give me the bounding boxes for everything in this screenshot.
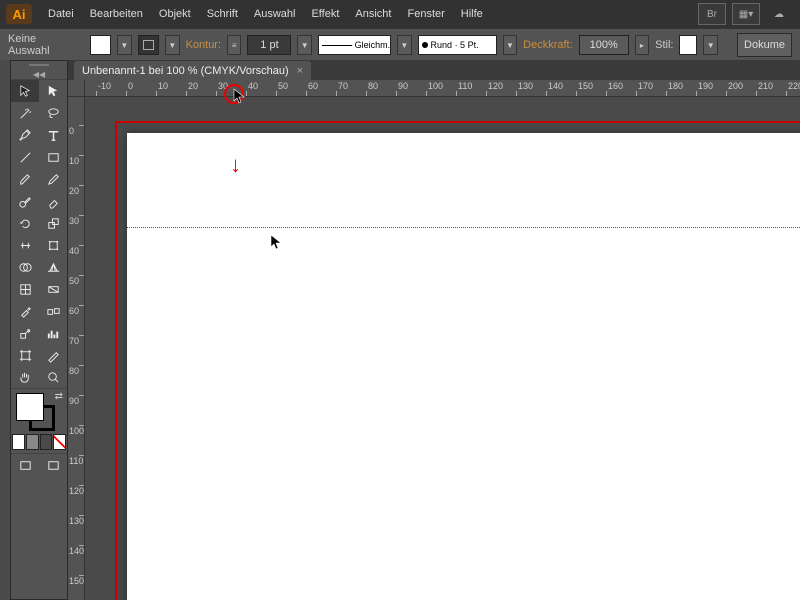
bridge-button[interactable]: Br bbox=[698, 3, 726, 25]
sync-icon[interactable]: ☁ bbox=[766, 4, 792, 24]
slice-tool[interactable] bbox=[39, 344, 67, 366]
document-tab[interactable]: Unbenannt-1 bei 100 % (CMYK/Vorschau) × bbox=[74, 61, 311, 80]
menu-hilfe[interactable]: Hilfe bbox=[453, 4, 491, 24]
opacity-dropdown[interactable]: ▸ bbox=[635, 35, 649, 55]
color-mode-swatch[interactable] bbox=[40, 434, 53, 450]
fill-stroke-control[interactable]: ⇄ bbox=[11, 389, 67, 433]
document-tab-title: Unbenannt-1 bei 100 % (CMYK/Vorschau) bbox=[82, 65, 289, 77]
fill-color[interactable] bbox=[16, 393, 44, 421]
color-mode-swatch[interactable] bbox=[26, 434, 39, 450]
stroke-weight-link[interactable]: ≡ bbox=[227, 35, 241, 55]
menu-objekt[interactable]: Objekt bbox=[151, 4, 199, 24]
screen-mode-normal[interactable] bbox=[11, 454, 39, 476]
column-graph-tool[interactable] bbox=[39, 322, 67, 344]
paintbrush-tool[interactable] bbox=[11, 168, 39, 190]
rotate-tool[interactable] bbox=[11, 212, 39, 234]
hand-tool[interactable] bbox=[11, 366, 39, 388]
annotation-arrow-icon: ↓ bbox=[230, 152, 241, 178]
brush-dropdown[interactable]: ▼ bbox=[503, 35, 517, 55]
menu-effekt[interactable]: Effekt bbox=[303, 4, 347, 24]
opacity-label: Deckkraft: bbox=[523, 39, 573, 51]
ruler-cursor-icon bbox=[233, 88, 247, 107]
brush-select[interactable]: Rund · 5 Pt. bbox=[418, 35, 497, 55]
menu-auswahl[interactable]: Auswahl bbox=[246, 4, 304, 24]
stroke-profile-select[interactable]: Gleichm. bbox=[318, 35, 391, 55]
menu-datei[interactable]: Datei bbox=[40, 4, 82, 24]
mesh-tool[interactable] bbox=[11, 278, 39, 300]
brush-label: Rund · 5 Pt. bbox=[431, 40, 479, 50]
pen-tool[interactable] bbox=[11, 124, 39, 146]
artboard[interactable] bbox=[127, 133, 800, 600]
fill-swatch[interactable] bbox=[90, 35, 112, 55]
eraser-tool[interactable] bbox=[39, 190, 67, 212]
stroke-profile-dropdown[interactable]: ▼ bbox=[397, 35, 411, 55]
rectangle-tool[interactable] bbox=[39, 146, 67, 168]
shape-builder-tool[interactable] bbox=[11, 256, 39, 278]
blend-tool[interactable] bbox=[39, 300, 67, 322]
blob-brush-tool[interactable] bbox=[11, 190, 39, 212]
stroke-weight-dropdown[interactable]: ▼ bbox=[297, 35, 311, 55]
color-mode-swatch[interactable] bbox=[12, 434, 25, 450]
menubar: Ai DateiBearbeitenObjektSchriftAuswahlEf… bbox=[0, 0, 800, 28]
style-label: Stil: bbox=[655, 39, 673, 51]
style-swatch[interactable] bbox=[679, 35, 697, 55]
width-tool[interactable] bbox=[11, 234, 39, 256]
lasso-tool[interactable] bbox=[39, 102, 67, 124]
vertical-ruler[interactable]: 0102030405060708090100110120130140150160… bbox=[68, 97, 85, 600]
document-tabbar: Unbenannt-1 bei 100 % (CMYK/Vorschau) × bbox=[68, 60, 800, 80]
arrange-documents-button[interactable]: ▦▾ bbox=[732, 3, 760, 25]
style-dropdown[interactable]: ▼ bbox=[703, 35, 717, 55]
menu-ansicht[interactable]: Ansicht bbox=[347, 4, 399, 24]
panel-grip[interactable] bbox=[11, 61, 67, 69]
menu-bearbeiten[interactable]: Bearbeiten bbox=[82, 4, 151, 24]
free-transform-tool[interactable] bbox=[39, 234, 67, 256]
stroke-profile-label: Gleichm. bbox=[355, 40, 391, 50]
close-tab-button[interactable]: × bbox=[297, 65, 303, 77]
horizontal-ruler[interactable]: -100102030405060708090100110120130140150… bbox=[84, 80, 800, 97]
selection-status: Keine Auswahl bbox=[8, 33, 72, 57]
panel-collapse-toggle[interactable]: ◀◀ bbox=[11, 69, 67, 80]
document-setup-button[interactable]: Dokume bbox=[737, 33, 792, 57]
artboard-tool[interactable] bbox=[11, 344, 39, 366]
none-color-swatch[interactable] bbox=[53, 434, 66, 450]
opacity-input[interactable] bbox=[579, 35, 629, 55]
zoom-tool[interactable] bbox=[39, 366, 67, 388]
gradient-tool[interactable] bbox=[39, 278, 67, 300]
stroke-label: Kontur: bbox=[186, 39, 221, 51]
tools-panel: ◀◀ ⇄ bbox=[10, 60, 68, 600]
pencil-tool[interactable] bbox=[39, 168, 67, 190]
swap-fill-stroke-icon[interactable]: ⇄ bbox=[55, 391, 63, 402]
symbol-sprayer-tool[interactable] bbox=[11, 322, 39, 344]
ruler-origin[interactable] bbox=[68, 80, 85, 97]
line-tool[interactable] bbox=[11, 146, 39, 168]
app-logo: Ai bbox=[6, 4, 32, 24]
color-mode-row bbox=[11, 433, 67, 453]
scale-tool[interactable] bbox=[39, 212, 67, 234]
fill-dropdown[interactable]: ▼ bbox=[117, 35, 131, 55]
stroke-swatch[interactable] bbox=[138, 35, 160, 55]
type-tool[interactable] bbox=[39, 124, 67, 146]
horizontal-guide[interactable] bbox=[127, 227, 800, 228]
selection-tool[interactable] bbox=[11, 80, 39, 102]
menu-fenster[interactable]: Fenster bbox=[399, 4, 452, 24]
perspective-grid-tool[interactable] bbox=[39, 256, 67, 278]
control-bar: Keine Auswahl ▼ ▼ Kontur: ≡ ▼ Gleichm.▼ … bbox=[0, 28, 800, 62]
cursor-icon bbox=[270, 234, 284, 253]
screen-mode-full[interactable] bbox=[39, 454, 67, 476]
stroke-dropdown[interactable]: ▼ bbox=[165, 35, 179, 55]
direct-selection-tool[interactable] bbox=[39, 80, 67, 102]
canvas[interactable]: ↓ bbox=[85, 97, 800, 600]
magic-wand-tool[interactable] bbox=[11, 102, 39, 124]
menu-schrift[interactable]: Schrift bbox=[199, 4, 246, 24]
eyedropper-tool[interactable] bbox=[11, 300, 39, 322]
stroke-weight-input[interactable] bbox=[247, 35, 291, 55]
